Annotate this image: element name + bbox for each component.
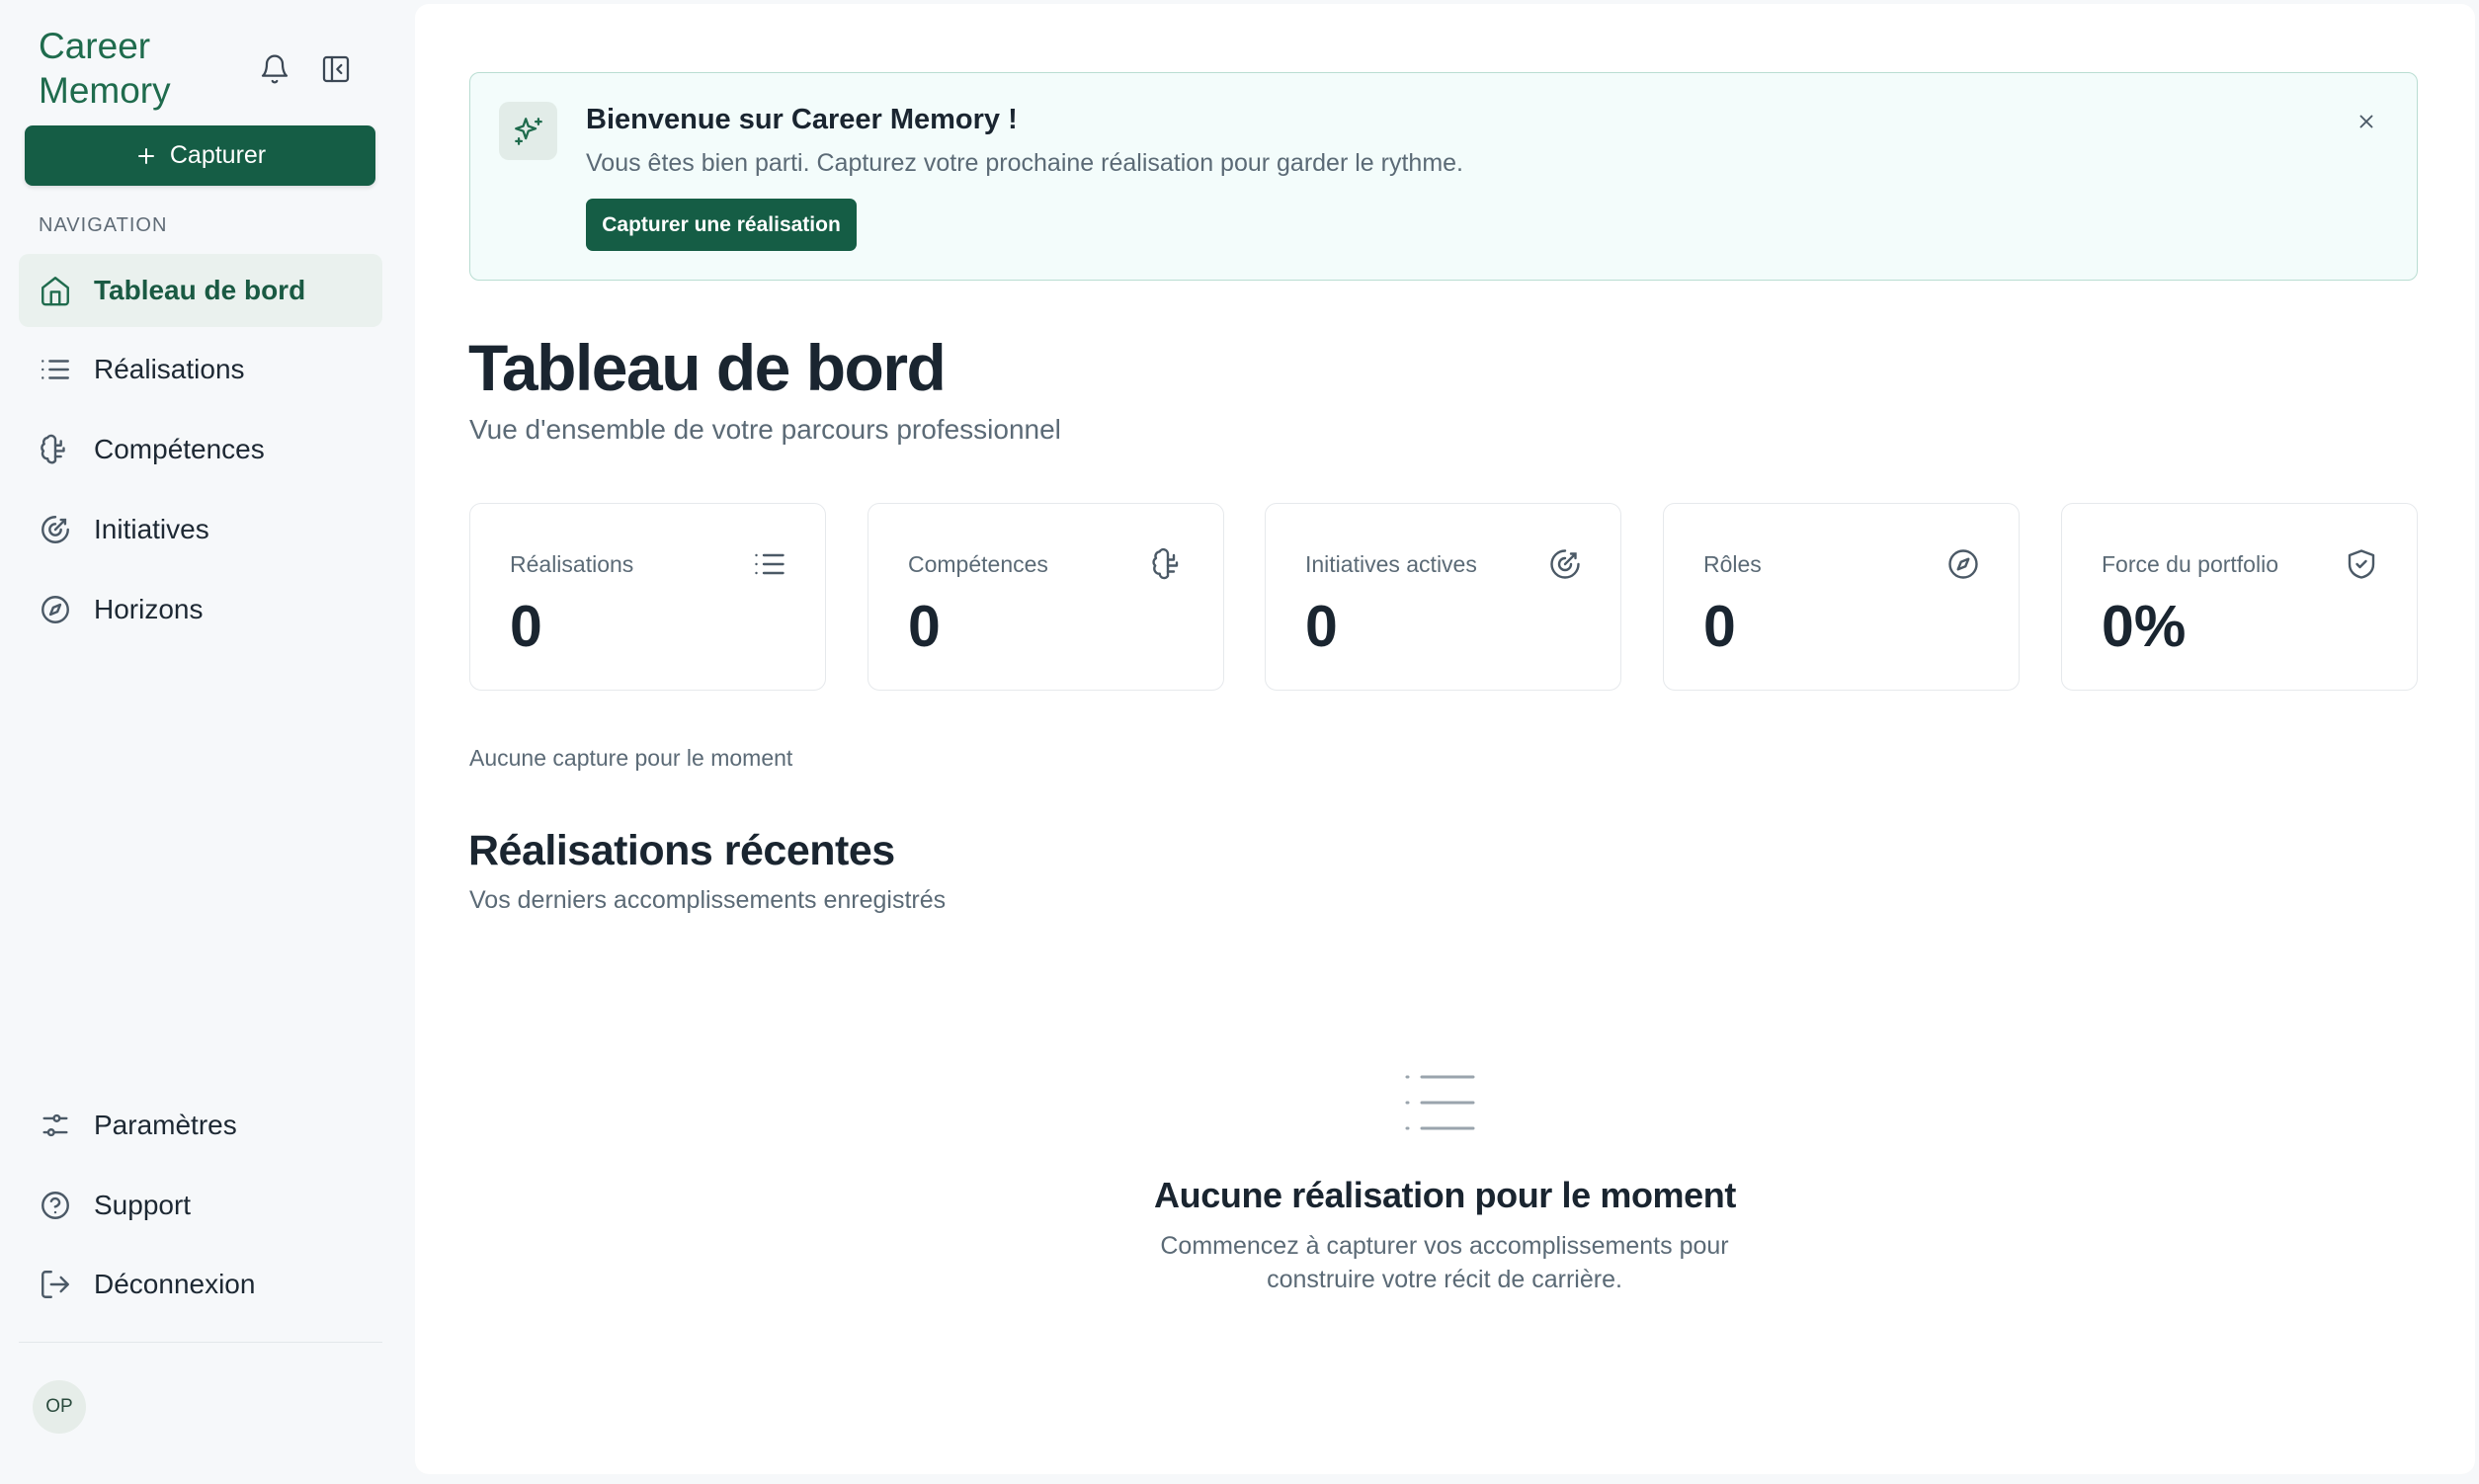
empty-state-text: Commencez à capturer vos accomplissement… xyxy=(1160,1232,1729,1293)
page-subtitle: Vue d'ensemble de votre parcours profess… xyxy=(469,414,1061,445)
sidebar-item-label: Réalisations xyxy=(94,354,245,384)
sidebar-item-realisations[interactable]: Réalisations xyxy=(19,333,382,406)
sidebar-item-label: Horizons xyxy=(94,594,204,624)
sidebar-collapse-icon[interactable] xyxy=(316,49,356,89)
sliders-icon xyxy=(42,1113,68,1137)
sidebar-item-label: Compétences xyxy=(94,434,265,464)
sidebar-item-dashboard[interactable]: Tableau de bord xyxy=(19,254,382,327)
sidebar-item-label: Support xyxy=(94,1190,192,1220)
brand-line-1: Career xyxy=(39,26,151,66)
capture-achievement-button[interactable]: Capturer une réalisation xyxy=(586,199,857,251)
stat-label: Initiatives actives xyxy=(1305,551,1477,577)
sidebar-item-label: Tableau de bord xyxy=(94,275,306,305)
no-capture-text: Aucune capture pour le moment xyxy=(469,745,793,771)
compass-icon xyxy=(1948,549,1978,579)
stat-label: Rôles xyxy=(1703,551,1762,577)
sidebar: Career Memory Capturer NAVIGATION Tablea… xyxy=(0,0,401,1484)
brand-line-2: Memory xyxy=(39,70,171,111)
sidebar-item-label: Initiatives xyxy=(94,514,209,544)
sidebar-item-support[interactable]: Support xyxy=(19,1169,382,1242)
close-icon[interactable] xyxy=(2352,107,2381,136)
help-circle-icon xyxy=(41,1192,69,1219)
nav-section-label: NAVIGATION xyxy=(39,214,168,236)
list-icon xyxy=(41,360,69,379)
stat-card-initiatives: Initiatives actives 0 xyxy=(1265,503,1621,691)
sidebar-item-label: Déconnexion xyxy=(94,1269,256,1299)
stat-card-portfolio-strength: Force du portfolio 0% xyxy=(2061,503,2418,691)
stat-card-competences: Compétences 0 xyxy=(868,503,1224,691)
stat-value: 0 xyxy=(908,594,941,659)
brain-icon xyxy=(1152,547,1179,580)
list-icon xyxy=(755,553,785,575)
compass-icon xyxy=(41,596,69,623)
capture-button[interactable]: Capturer xyxy=(25,125,375,186)
stat-value: 0 xyxy=(1305,594,1338,659)
avatar[interactable]: OP xyxy=(33,1380,86,1434)
plus-icon xyxy=(137,147,154,164)
sparkles-icon xyxy=(499,102,557,160)
recent-section-title: Réalisations récentes xyxy=(468,827,895,874)
page-title: Tableau de bord xyxy=(468,331,947,404)
stat-value: 0 xyxy=(1703,594,1736,659)
bell-icon[interactable] xyxy=(255,49,294,89)
stat-label: Compétences xyxy=(908,551,1048,577)
home-icon xyxy=(41,277,69,306)
sidebar-item-initiatives[interactable]: Initiatives xyxy=(19,493,382,566)
sidebar-item-logout[interactable]: Déconnexion xyxy=(19,1248,382,1321)
capture-button-label: Capturer xyxy=(169,141,267,169)
list-icon xyxy=(1405,1075,1475,1130)
sidebar-item-settings[interactable]: Paramètres xyxy=(19,1089,382,1162)
target-icon xyxy=(1550,549,1580,579)
banner-text: Vous êtes bien parti. Capturez votre pro… xyxy=(586,149,1463,177)
logout-icon xyxy=(41,1271,69,1298)
sidebar-item-competences[interactable]: Compétences xyxy=(19,413,382,486)
brain-icon xyxy=(41,434,65,464)
welcome-banner: Bienvenue sur Career Memory ! Vous êtes … xyxy=(469,72,2418,281)
banner-title: Bienvenue sur Career Memory ! xyxy=(586,104,1018,135)
recent-section-subtitle: Vos derniers accomplissements enregistré… xyxy=(469,886,947,914)
brand-logo[interactable]: Career Memory xyxy=(39,24,171,113)
stat-label: Force du portfolio xyxy=(2102,551,2278,577)
stat-card-realisations: Réalisations 0 xyxy=(469,503,826,691)
stat-value: 0% xyxy=(2102,594,2187,659)
stat-card-roles: Rôles 0 xyxy=(1663,503,2020,691)
stat-value: 0 xyxy=(510,594,542,659)
sidebar-divider xyxy=(19,1342,382,1343)
main-panel: Bienvenue sur Career Memory ! Vous êtes … xyxy=(415,4,2475,1474)
shield-check-icon xyxy=(2348,549,2375,579)
empty-state-title: Aucune réalisation pour le moment xyxy=(1154,1175,1736,1215)
target-icon xyxy=(41,516,69,543)
stat-label: Réalisations xyxy=(510,551,634,577)
sidebar-item-label: Paramètres xyxy=(94,1110,237,1140)
sidebar-item-horizons[interactable]: Horizons xyxy=(19,573,382,646)
